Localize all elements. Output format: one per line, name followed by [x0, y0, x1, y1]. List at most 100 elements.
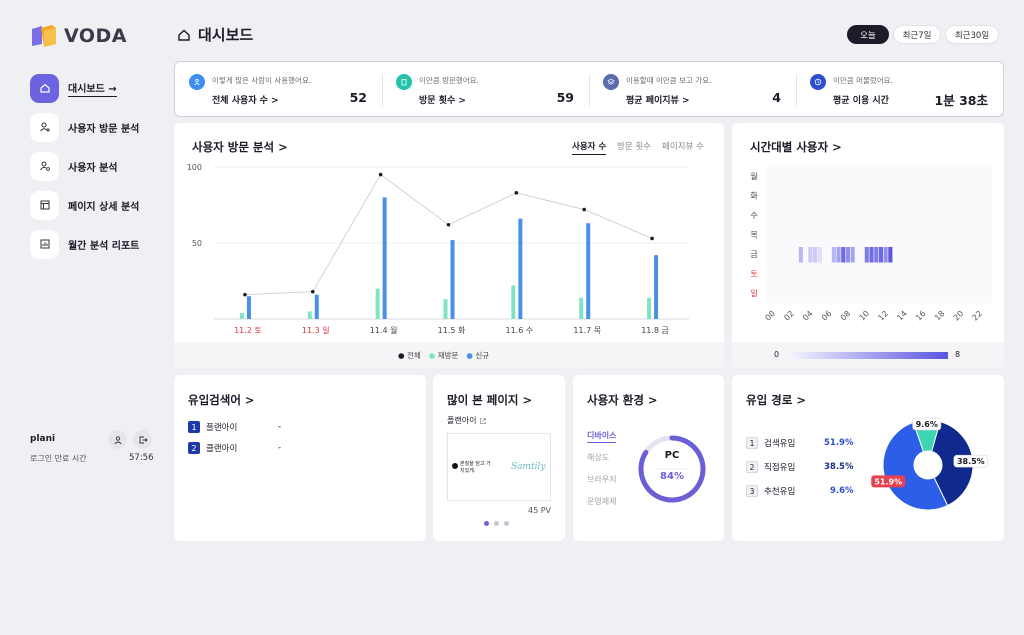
stat-total-users[interactable]: 이렇게 많은 사람이 사용했어요. 전체 사용자 수 > 52 [189, 71, 367, 119]
heatmap-cell [888, 247, 893, 263]
page-pv: 45 PV [528, 506, 552, 515]
bar-returning [375, 288, 380, 319]
referrer-value: 51.9% [824, 438, 854, 448]
time-users-title[interactable]: 시간대별 사용자 > [750, 139, 842, 155]
page-name: 플랜아이 [447, 416, 477, 425]
home-icon [178, 29, 190, 41]
hour-label: 20 [952, 309, 966, 323]
sidebar-item-visit-analysis[interactable]: 사용자 방문 분석 [30, 112, 139, 142]
sidebar-item-label: 사용자 분석 [68, 162, 118, 174]
carousel-dot[interactable] [504, 521, 509, 526]
total-point [582, 207, 587, 212]
total-point [310, 289, 315, 294]
sidebar-item-user-analysis[interactable]: 사용자 분석 [30, 151, 117, 181]
env-tab-os[interactable]: 운영체제 [587, 496, 616, 507]
profile-icon[interactable] [108, 430, 127, 449]
divider [382, 74, 383, 106]
clock-icon [810, 74, 826, 90]
top-pages-title[interactable]: 많이 본 페이지 > [447, 392, 532, 408]
keyword-row: 1 플랜아이 - [188, 421, 388, 433]
range-7days-button[interactable]: 최근7일 [893, 25, 941, 44]
search-keywords-title[interactable]: 유입검색어 > [188, 392, 255, 408]
env-tab-device[interactable]: 디바이스 [587, 430, 617, 443]
user-name: plani [30, 434, 56, 444]
thumb-text: 본질을 담고 가치있게. [460, 461, 491, 474]
rank-badge: 2 [188, 442, 200, 454]
sidebar-item-label: 대시보드 → [68, 80, 117, 97]
scale-gradient [792, 352, 948, 359]
total-point [446, 222, 451, 227]
hour-label: 14 [895, 309, 909, 323]
sidebar-item-page-detail[interactable]: 페이지 상세 분석 [30, 190, 139, 220]
visit-tab-pageviews[interactable]: 페이지뷰 수 [662, 140, 704, 152]
heatmap-cell [850, 247, 855, 263]
pie-value-label: 38.5% [957, 457, 985, 466]
stat-value: 52 [349, 90, 367, 105]
page-title: 대시보드 [198, 26, 254, 44]
stat-value: 1분 38초 [934, 93, 988, 108]
total-line [244, 174, 653, 296]
stat-desc: 이만큼 머물렀어요. [833, 76, 893, 85]
pie-hole [914, 451, 942, 479]
total-point [243, 292, 247, 297]
referrer-card: 유입 경로 > 1 검색유입 51.9% 2 직접유입 38.5% 3 추천유입… [732, 375, 1004, 541]
referrer-label: 검색유입 [764, 439, 796, 449]
user-env-title[interactable]: 사용자 환경 > [587, 392, 658, 408]
hour-label: 22 [971, 309, 985, 323]
stats-bar: 이렇게 많은 사람이 사용했어요. 전체 사용자 수 > 52 이만큼 방문했어… [174, 61, 1004, 117]
visit-tab-visits[interactable]: 방문 횟수 [617, 140, 651, 152]
stat-avg-pageview[interactable]: 이용할때 이만큼 보고 가요. 평균 페이지뷰 > 4 [603, 71, 781, 119]
sidebar-item-monthly-report[interactable]: 월간 분석 리포트 [30, 229, 139, 259]
visit-analysis-title[interactable]: 사용자 방문 분석 > [192, 139, 288, 155]
user-search-icon [30, 151, 59, 181]
day-label: 금 [750, 250, 757, 259]
sidebar-item-label: 페이지 상세 분석 [68, 201, 140, 213]
day-label: 수 [750, 211, 757, 220]
divider [589, 74, 590, 106]
page-link[interactable]: 플랜아이 [447, 415, 487, 426]
env-label: PC [664, 450, 680, 461]
env-tab-browser[interactable]: 브라우저 [587, 474, 616, 485]
heatmap-cell [864, 247, 869, 263]
x-tick-label: 11.7 목 [573, 326, 601, 335]
hour-label: 12 [876, 309, 890, 323]
logo[interactable]: VODA [30, 24, 127, 48]
stat-desc: 이만큼 방문했어요. [419, 76, 479, 85]
range-today-button[interactable]: 오늘 [847, 25, 889, 44]
hour-label: 18 [933, 309, 947, 323]
stat-value: 4 [772, 90, 781, 105]
stat-desc: 이용할때 이만큼 보고 가요. [626, 76, 712, 85]
top-pages-card: 많이 본 페이지 > 플랜아이 본질을 담고 가치있게. Samtily 45 … [433, 375, 565, 541]
stat-label: 전체 사용자 수 > [212, 96, 279, 106]
visit-legend: ● 전체 ● 재방문 ● 신규 [398, 350, 489, 361]
referrer-row: 3 추천유입 9.6% [746, 485, 856, 497]
range-30days-button[interactable]: 최근30일 [945, 25, 999, 44]
heatmap-cell [798, 247, 803, 263]
rank-badge: 1 [188, 421, 200, 433]
bar-new [518, 218, 523, 319]
referrer-value: 9.6% [830, 486, 854, 496]
carousel-dot-active[interactable] [484, 521, 489, 526]
sidebar-item-dashboard[interactable]: 대시보드 → [30, 73, 117, 103]
day-label: 토 [750, 270, 757, 279]
scale-min: 0 [774, 350, 780, 359]
keyword-value: - [278, 443, 282, 453]
env-tab-resolution[interactable]: 해상도 [587, 452, 609, 463]
stat-visits[interactable]: 이만큼 방문했어요. 방문 횟수 > 59 [396, 71, 574, 119]
bar-new [586, 223, 591, 319]
referrer-title[interactable]: 유입 경로 > [746, 392, 806, 408]
user-plus-icon [30, 112, 59, 142]
sidebar-item-label: 사용자 방문 분석 [68, 123, 140, 135]
stat-avg-time[interactable]: 이만큼 머물렀어요. 평균 이용 시간 1분 38초 [810, 71, 988, 119]
heatmap-cell [836, 247, 841, 263]
pie-value-label: 51.9% [874, 477, 902, 486]
page-thumbnail[interactable]: 본질을 담고 가치있게. Samtily [447, 433, 551, 501]
bar-returning [647, 297, 652, 319]
visit-tab-users[interactable]: 사용자 수 [572, 140, 607, 155]
bar-returning [307, 311, 312, 319]
env-percent: 84% [660, 471, 684, 482]
hour-label: 16 [914, 309, 928, 323]
carousel-dot[interactable] [494, 521, 499, 526]
stat-label: 방문 횟수 > [419, 96, 466, 106]
logout-icon[interactable] [133, 430, 152, 449]
